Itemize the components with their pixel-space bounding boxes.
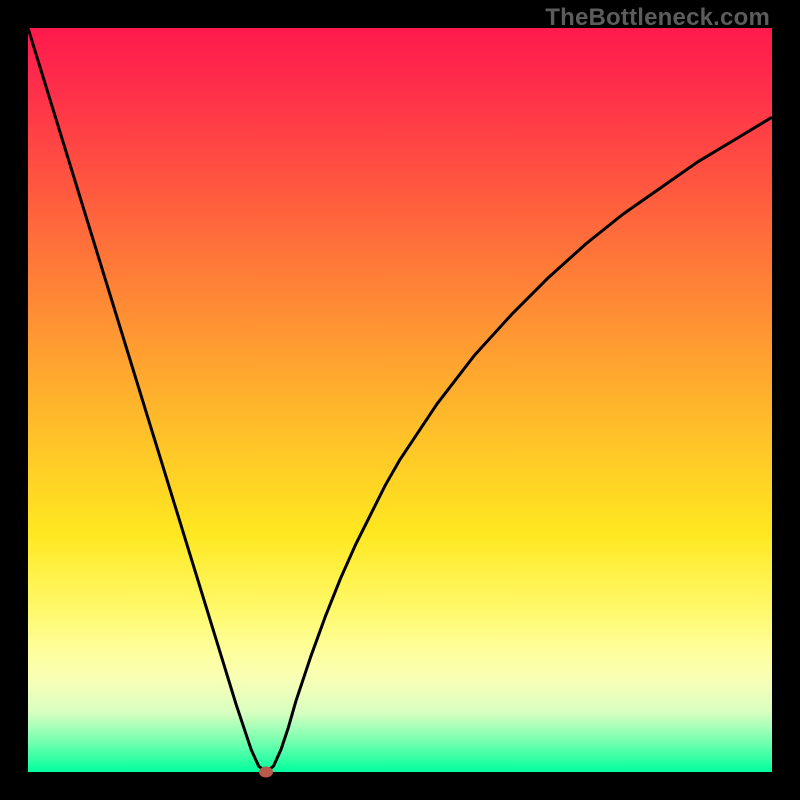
optimum-marker: [259, 767, 273, 778]
plot-area: [28, 28, 772, 772]
chart-frame: TheBottleneck.com: [0, 0, 800, 800]
curve-svg: [28, 28, 772, 772]
bottleneck-curve: [28, 28, 772, 772]
